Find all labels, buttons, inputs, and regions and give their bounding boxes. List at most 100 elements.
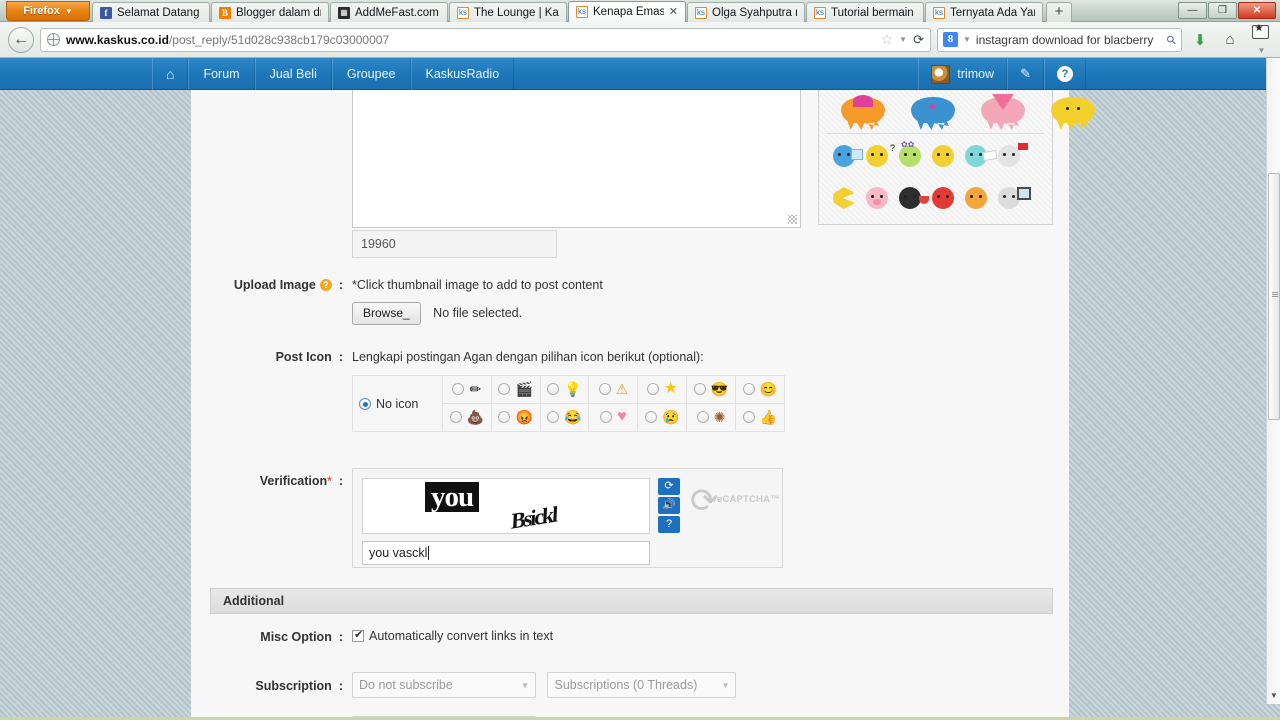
- browser-tab[interactable]: f Selamat Datang di ...: [92, 2, 210, 22]
- resize-handle[interactable]: [788, 215, 797, 224]
- nav-item-groupee[interactable]: Groupee: [331, 58, 411, 90]
- address-bar[interactable]: www.kaskus.co.id/post_reply/51d028c938cb…: [40, 27, 931, 52]
- nav-item-kaskusradio[interactable]: KaskusRadio: [410, 58, 515, 90]
- icon-option-warning[interactable]: ⚠: [588, 375, 639, 404]
- compose-button[interactable]: ✎: [1007, 58, 1044, 90]
- form-panel: 19960 ? ✿✿ Upload Image ?: *Click thumb…: [191, 90, 1095, 720]
- post-body-textarea[interactable]: [352, 90, 801, 228]
- yellow-octopus-emote[interactable]: [1051, 97, 1095, 127]
- restore-button[interactable]: ❐: [1208, 2, 1237, 19]
- radio-button[interactable]: [645, 411, 658, 424]
- search-input[interactable]: instagram download for blacberry: [976, 33, 1162, 47]
- window-controls: — ❐ ✕: [1178, 2, 1276, 19]
- no-icon-cell[interactable]: No icon: [352, 375, 443, 432]
- vertical-scrollbar[interactable]: ▼: [1266, 58, 1280, 704]
- subscription-mode-select[interactable]: Do not subscribe ▼: [352, 672, 536, 698]
- minimize-button[interactable]: —: [1178, 2, 1207, 19]
- icon-option-brown-explode[interactable]: ✺: [686, 403, 737, 432]
- browser-tab[interactable]: ▦ AddMeFast.com - ...: [330, 2, 448, 22]
- white-face-flag-emote[interactable]: [998, 143, 1028, 167]
- icon-option-star[interactable]: ★: [637, 375, 688, 404]
- help-button[interactable]: ?: [1044, 58, 1086, 90]
- icon-option-lightbulb[interactable]: 💡: [539, 375, 590, 404]
- icon-option-clapperboard[interactable]: 🎬: [490, 375, 541, 404]
- radio-button[interactable]: [452, 383, 465, 396]
- close-icon[interactable]: ✕: [669, 6, 678, 18]
- radio-button[interactable]: [498, 411, 511, 424]
- orange-octopus-emote[interactable]: [841, 95, 885, 127]
- subscription-folder-select[interactable]: Subscriptions (0 Threads) ▼: [547, 672, 737, 698]
- radio-button[interactable]: [646, 383, 659, 396]
- google-icon[interactable]: 8: [943, 32, 958, 47]
- browser-tab[interactable]: ks Olga Syahputra mu...: [687, 2, 805, 22]
- download-arrow-icon[interactable]: ⬇: [1188, 31, 1212, 49]
- radio-button[interactable]: [449, 411, 462, 424]
- icon-option-blue-cry[interactable]: 😢: [637, 403, 688, 432]
- icon-option-heart[interactable]: ♥: [588, 403, 639, 432]
- mint-face-tissue-emote[interactable]: [965, 145, 998, 167]
- question-mark-icon[interactable]: ?: [319, 279, 332, 291]
- green-frog-flower-emote[interactable]: ✿✿: [899, 140, 921, 167]
- scroll-down-arrow-icon[interactable]: ▼: [1267, 688, 1280, 704]
- nav-item-forum[interactable]: Forum: [188, 58, 255, 90]
- radio-button[interactable]: [498, 383, 511, 396]
- chevron-down-icon[interactable]: ▼: [899, 35, 907, 44]
- refresh-icon[interactable]: ⟳: [658, 478, 680, 495]
- speaker-icon[interactable]: 🔊: [658, 497, 680, 514]
- yellow-confused-emote[interactable]: ?: [866, 143, 895, 167]
- radio-button[interactable]: [547, 411, 560, 424]
- radio-button[interactable]: [742, 383, 755, 396]
- firefox-app-button[interactable]: Firefox ▼: [6, 1, 90, 21]
- pink-pig-emote[interactable]: [866, 187, 888, 209]
- icon-option-red-clown[interactable]: 😡: [490, 403, 541, 432]
- search-magnifier-icon[interactable]: ⚲: [1164, 31, 1180, 47]
- new-tab-button[interactable]: +: [1046, 2, 1072, 22]
- icon-option-orange-grin[interactable]: 😂: [539, 403, 590, 432]
- blue-octopus-emote[interactable]: [911, 97, 955, 127]
- browser-tab[interactable]: ks The Lounge | Kasku...: [449, 2, 567, 22]
- search-bar[interactable]: 8 ▼ instagram download for blacberry ⚲: [937, 27, 1182, 52]
- icon-option-smiley[interactable]: 😊: [735, 375, 785, 404]
- browser-tab[interactable]: ks Tutorial bermain M...: [806, 2, 924, 22]
- chevron-down-icon[interactable]: ▼: [963, 35, 971, 44]
- pink-octopus-emote[interactable]: [981, 94, 1025, 127]
- blue-face-aquarium-emote[interactable]: [833, 145, 863, 167]
- browser-tab-active[interactable]: ks Kenapa Emas Be... ✕: [568, 1, 686, 22]
- firefox-navigation-toolbar: ← www.kaskus.co.id/post_reply/51d028c938…: [0, 22, 1280, 58]
- back-arrow-icon[interactable]: ←: [8, 26, 34, 53]
- icon-option-sunglasses[interactable]: 😎: [686, 375, 737, 404]
- home-icon[interactable]: ⌂: [1218, 31, 1242, 48]
- radio-button[interactable]: [547, 383, 560, 396]
- misc-option-control[interactable]: Automatically convert links in text: [352, 628, 553, 643]
- yellow-plain-emote[interactable]: [932, 145, 954, 167]
- browser-tab[interactable]: B Blogger dalam draf...: [211, 2, 329, 22]
- user-menu[interactable]: trimow: [918, 58, 1008, 90]
- scrollbar-thumb[interactable]: [1268, 173, 1280, 420]
- radio-no-icon[interactable]: [359, 398, 371, 411]
- browser-tab[interactable]: ks Ternyata Ada Yang ...: [925, 2, 1043, 22]
- bookmark-star-icon[interactable]: ☆: [881, 31, 894, 48]
- icon-option-poop[interactable]: 💩: [441, 403, 492, 432]
- yellow-pacman-emote[interactable]: [833, 187, 855, 209]
- radio-button[interactable]: [693, 383, 706, 396]
- radio-button[interactable]: [742, 411, 755, 424]
- question-mark-icon[interactable]: ?: [658, 516, 680, 533]
- checkbox-convert-links[interactable]: [352, 628, 364, 642]
- nav-item-jual-beli[interactable]: Jual Beli: [254, 58, 332, 90]
- reload-icon[interactable]: ⟳: [913, 32, 924, 48]
- black-face-watermelon-emote[interactable]: [899, 187, 929, 209]
- required-asterisk: *: [327, 474, 332, 488]
- red-angry-emote[interactable]: [932, 187, 954, 209]
- browse-button[interactable]: Browse_: [352, 302, 421, 325]
- icon-option-thumbs-up[interactable]: 👍: [735, 403, 785, 432]
- radio-button[interactable]: [696, 411, 709, 424]
- icon-option-pencil[interactable]: ✏: [441, 375, 492, 404]
- close-button[interactable]: ✕: [1238, 2, 1276, 19]
- radio-button[interactable]: [598, 383, 611, 396]
- grey-face-screen-emote[interactable]: [998, 187, 1031, 209]
- orange-face-emote[interactable]: [965, 187, 987, 209]
- bookmarks-menu-icon[interactable]: ▼: [1248, 23, 1272, 57]
- radio-button[interactable]: [600, 411, 613, 424]
- captcha-input[interactable]: you vasckl: [362, 541, 650, 565]
- nav-item-home[interactable]: ⌂: [152, 58, 189, 90]
